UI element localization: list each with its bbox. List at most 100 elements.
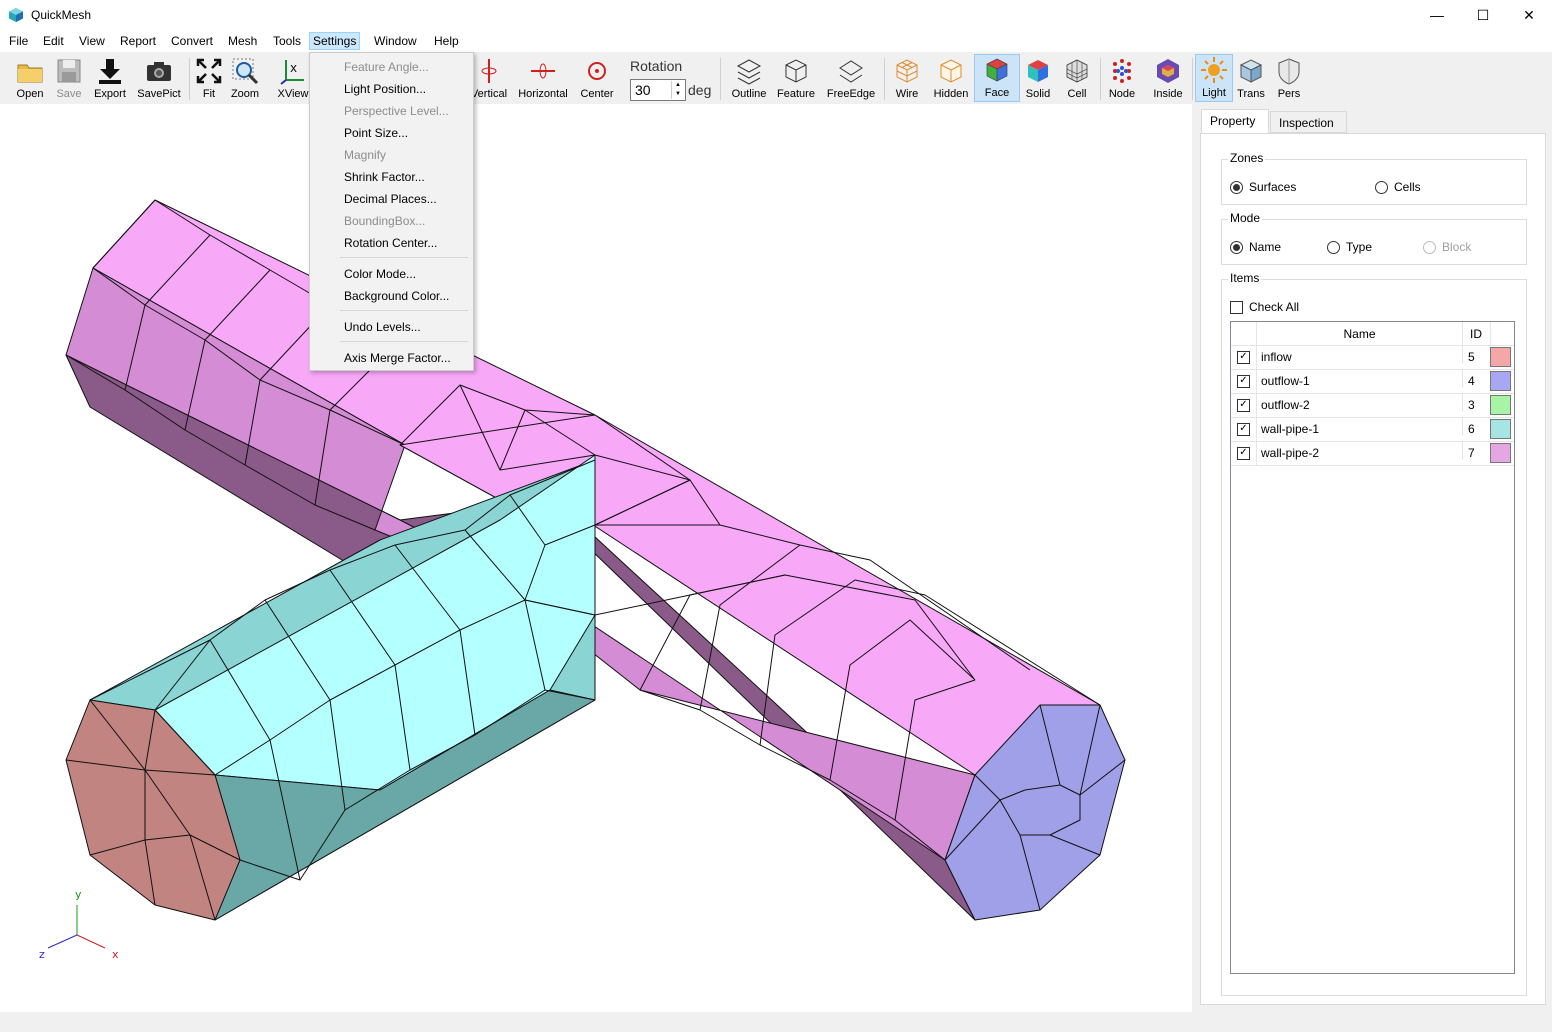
pers-button[interactable]: Pers bbox=[1272, 56, 1306, 102]
menu-window[interactable]: Window bbox=[371, 33, 420, 49]
menu-edit[interactable]: Edit bbox=[40, 33, 67, 49]
row-name: inflow bbox=[1261, 350, 1292, 364]
menu-separator bbox=[340, 257, 468, 258]
table-row[interactable]: ✓ outflow-1 4 bbox=[1231, 369, 1514, 394]
menu-separator bbox=[340, 341, 468, 342]
menu-help[interactable]: Help bbox=[431, 33, 462, 49]
menu-item-point-size[interactable]: Point Size... bbox=[344, 126, 408, 140]
folder-icon bbox=[17, 64, 43, 83]
outline-button[interactable]: Outline bbox=[728, 56, 770, 102]
menu-item-shrink-factor[interactable]: Shrink Factor... bbox=[344, 170, 425, 184]
radio-indicator bbox=[1423, 240, 1436, 254]
row-color-swatch[interactable] bbox=[1490, 419, 1511, 439]
open-button[interactable]: Open bbox=[12, 56, 48, 102]
xview-button[interactable]: x XView bbox=[274, 56, 312, 102]
app-logo-icon bbox=[9, 8, 23, 22]
table-row[interactable]: ✓ wall-pipe-1 6 bbox=[1231, 417, 1514, 442]
menu-report[interactable]: Report bbox=[117, 33, 159, 49]
fit-button[interactable]: Fit bbox=[194, 56, 224, 102]
menu-item-axis-merge-factor[interactable]: Axis Merge Factor... bbox=[344, 351, 451, 365]
tab-property[interactable]: Property bbox=[1201, 109, 1269, 134]
header-id[interactable]: ID bbox=[1462, 322, 1491, 346]
mode-title: Mode bbox=[1228, 211, 1263, 225]
mode-type-radio[interactable]: Type bbox=[1327, 240, 1372, 254]
solid-button[interactable]: Solid bbox=[1020, 56, 1056, 102]
cell-button[interactable]: Cell bbox=[1060, 56, 1094, 102]
menu-item-undo-levels[interactable]: Undo Levels... bbox=[344, 320, 421, 334]
rotation-spinner[interactable]: ▲ ▼ bbox=[671, 81, 684, 99]
row-color-swatch[interactable] bbox=[1490, 395, 1511, 415]
mesh-viewport[interactable]: y x z bbox=[0, 104, 1192, 1012]
row-checkbox[interactable]: ✓ bbox=[1237, 374, 1250, 388]
settings-dropdown-menu: Feature Angle... Light Position... Persp… bbox=[309, 52, 474, 371]
menu-item-rotation-center[interactable]: Rotation Center... bbox=[344, 236, 437, 250]
trans-button[interactable]: Trans bbox=[1234, 56, 1268, 102]
menu-item-decimal-places[interactable]: Decimal Places... bbox=[344, 192, 437, 206]
row-color-swatch[interactable] bbox=[1490, 347, 1511, 367]
close-button[interactable]: ✕ bbox=[1506, 0, 1552, 30]
minimize-button[interactable]: — bbox=[1414, 0, 1460, 30]
row-id: 5 bbox=[1462, 345, 1490, 364]
table-row[interactable]: ✓ outflow-2 3 bbox=[1231, 393, 1514, 418]
check-all-checkbox[interactable]: Check All bbox=[1230, 300, 1299, 314]
light-button[interactable]: Light bbox=[1195, 54, 1233, 102]
wireframe-cube-icon bbox=[896, 59, 918, 83]
table-row[interactable]: ✓ inflow 5 bbox=[1231, 345, 1514, 370]
row-checkbox[interactable]: ✓ bbox=[1237, 350, 1250, 364]
row-id: 4 bbox=[1462, 369, 1490, 388]
row-color-swatch[interactable] bbox=[1490, 371, 1511, 391]
menu-item-color-mode[interactable]: Color Mode... bbox=[344, 267, 416, 281]
menu-item-magnify: Magnify bbox=[344, 148, 387, 162]
savepict-button[interactable]: SavePict bbox=[136, 56, 182, 102]
row-name: outflow-1 bbox=[1261, 374, 1310, 388]
zoom-button[interactable]: Zoom bbox=[228, 56, 262, 102]
face-shaded-cube-icon bbox=[986, 58, 1008, 82]
row-name: outflow-2 bbox=[1261, 398, 1310, 412]
feature-button[interactable]: Feature bbox=[774, 56, 818, 102]
inside-cube-icon bbox=[1157, 59, 1179, 83]
row-name: wall-pipe-1 bbox=[1261, 422, 1320, 436]
window-title: QuickMesh bbox=[31, 8, 92, 22]
horizontal-button[interactable]: Horizontal bbox=[516, 56, 570, 102]
menu-view[interactable]: View bbox=[76, 33, 108, 49]
axis-triad bbox=[47, 905, 106, 949]
menu-item-background-color[interactable]: Background Color... bbox=[344, 289, 449, 303]
face-button[interactable]: Face bbox=[974, 54, 1020, 102]
menu-settings[interactable]: Settings bbox=[309, 32, 361, 50]
mode-name-radio[interactable]: Name bbox=[1230, 240, 1281, 254]
menu-mesh[interactable]: Mesh bbox=[225, 33, 260, 49]
toolbar-separator bbox=[1100, 58, 1101, 100]
menu-tools[interactable]: Tools bbox=[270, 33, 304, 49]
row-checkbox[interactable]: ✓ bbox=[1237, 398, 1250, 412]
table-row[interactable]: ✓ wall-pipe-2 7 bbox=[1231, 441, 1514, 466]
row-checkbox[interactable]: ✓ bbox=[1237, 446, 1250, 460]
tab-inspection[interactable]: Inspection bbox=[1270, 111, 1347, 133]
rotation-input[interactable]: 30 ▲ ▼ bbox=[630, 79, 686, 101]
menu-file[interactable]: File bbox=[6, 33, 31, 49]
toolbar: Open Save Export SavePict Fit Zoom x XVi… bbox=[0, 52, 1552, 105]
vertical-button[interactable]: Vertical bbox=[470, 56, 508, 102]
menu-item-boundingbox: BoundingBox... bbox=[344, 214, 426, 228]
freeedge-button[interactable]: FreeEdge bbox=[824, 56, 878, 102]
export-button[interactable]: Export bbox=[92, 56, 128, 102]
row-checkbox[interactable]: ✓ bbox=[1237, 422, 1250, 436]
wire-button[interactable]: Wire bbox=[890, 56, 924, 102]
magnifier-icon bbox=[232, 58, 259, 85]
center-button[interactable]: Center bbox=[577, 56, 617, 102]
zones-cells-radio[interactable]: Cells bbox=[1375, 180, 1421, 194]
items-table: Name ID ✓ inflow 5 ✓ outflow-1 4 ✓ outfl… bbox=[1230, 321, 1515, 974]
menu-convert[interactable]: Convert bbox=[168, 33, 216, 49]
hidden-button[interactable]: Hidden bbox=[930, 56, 972, 102]
save-button[interactable]: Save bbox=[52, 56, 86, 102]
inside-button[interactable]: Inside bbox=[1148, 56, 1188, 102]
menu-item-light-position[interactable]: Light Position... bbox=[344, 82, 426, 96]
node-button[interactable]: Node bbox=[1104, 56, 1140, 102]
rotation-unit: deg bbox=[688, 82, 712, 98]
maximize-button[interactable]: ☐ bbox=[1460, 0, 1506, 30]
header-name[interactable]: Name bbox=[1257, 322, 1463, 346]
mode-block-radio: Block bbox=[1423, 240, 1471, 254]
row-color-swatch[interactable] bbox=[1490, 443, 1511, 463]
hidden-line-cube-icon bbox=[940, 59, 962, 83]
zones-surfaces-radio[interactable]: Surfaces bbox=[1230, 180, 1296, 194]
node-points-icon bbox=[1113, 59, 1131, 83]
